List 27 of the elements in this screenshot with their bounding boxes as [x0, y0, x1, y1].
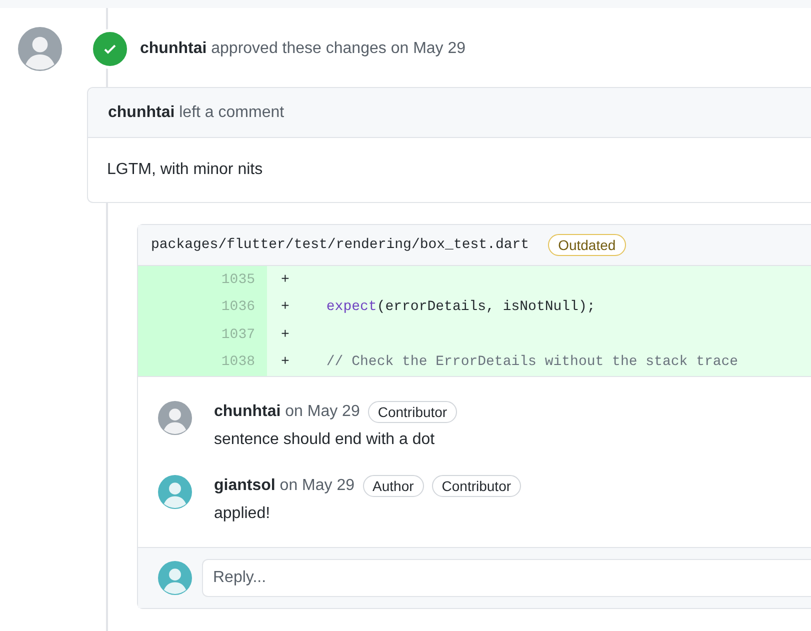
comment-author: giantsol on May 29	[214, 477, 355, 495]
code-line: expect(errorDetails, isNotNull);	[326, 299, 596, 316]
reply-field[interactable]: Reply...	[202, 559, 811, 597]
diff-sign: +	[281, 272, 290, 288]
avatar-icon[interactable]	[158, 401, 192, 435]
line-number: 1037	[138, 321, 267, 348]
comment-text: sentence should end with a dot	[214, 431, 436, 449]
line-number: 1038	[138, 348, 267, 376]
role-label: Author	[362, 475, 424, 497]
avatar-icon[interactable]	[158, 561, 192, 595]
diff-sign: +	[281, 326, 290, 343]
file-path[interactable]: packages/flutter/test/rendering/box_test.dart	[151, 237, 530, 253]
line-number: 1036	[138, 294, 267, 321]
role-label: Contributor	[432, 475, 522, 497]
diff-sign: +	[281, 354, 290, 370]
comment-header: chunhtai left a comment	[108, 104, 284, 122]
line-number: 1035	[138, 266, 267, 294]
comment-text: LGTM, with minor nits	[107, 161, 263, 179]
diff-sign: +	[281, 299, 290, 316]
code-line: // Check the ErrorDetails without the stack trace	[326, 354, 738, 370]
avatar-icon[interactable]	[158, 475, 192, 509]
avatar-icon[interactable]	[18, 27, 62, 71]
review-title: chunhtai approved these changes on May 29	[140, 40, 466, 58]
outdated-label: Outdated	[548, 234, 626, 256]
role-label: Contributor	[368, 401, 458, 423]
comment-author: chunhtai on May 29	[214, 403, 360, 421]
comment-text: applied!	[214, 505, 272, 523]
